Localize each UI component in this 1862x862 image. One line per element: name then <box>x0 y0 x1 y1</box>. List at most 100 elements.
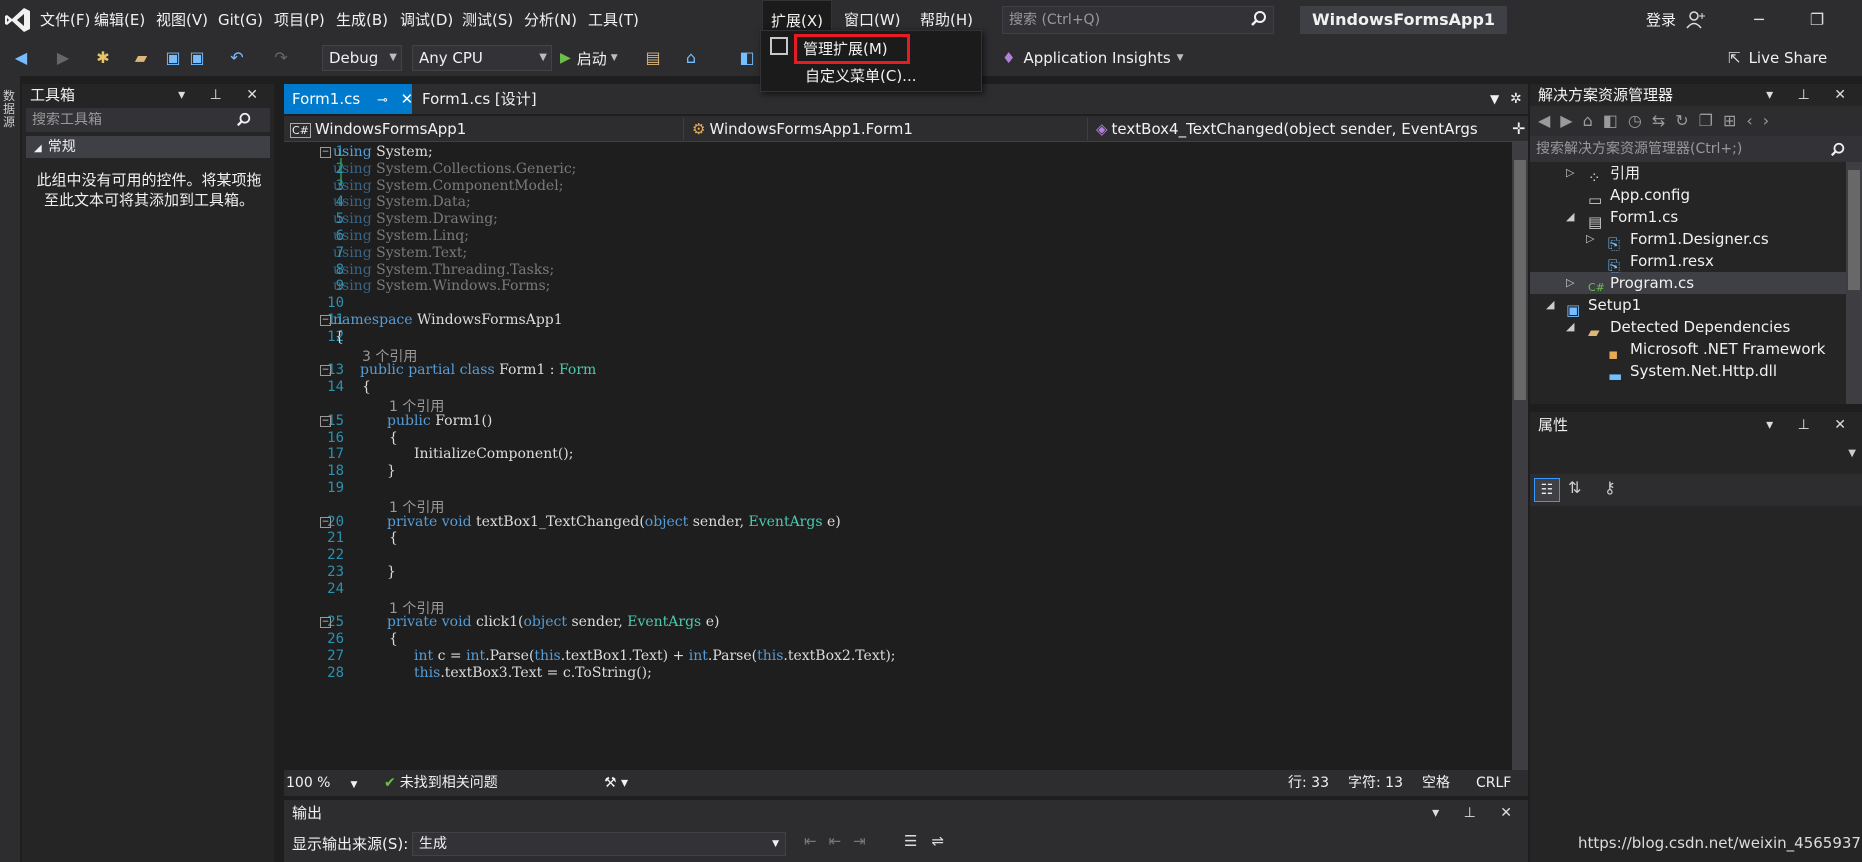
fold-toggle-icon[interactable]: − <box>320 147 331 158</box>
menu-item-customize-menu[interactable]: 自定义菜单(C)... <box>805 64 916 88</box>
tree-item-form1-resx[interactable]: ⎘ Form1.resx <box>1608 250 1714 275</box>
tree-item-label: Detected Dependencies <box>1610 318 1791 336</box>
live-share-button[interactable]: ⇱ Live Share <box>1728 46 1827 70</box>
new-project-icon[interactable]: ✱ <box>92 48 114 68</box>
pane-buttons[interactable]: ▾ ⊥ ✕ <box>1766 84 1856 106</box>
tree-item-dotnet-framework[interactable]: ▪ Microsoft .NET Framework <box>1608 338 1825 363</box>
add-user-icon[interactable] <box>1686 10 1706 30</box>
tab-form1-cs[interactable]: Form1.cs ⊸ ✕ <box>284 84 414 114</box>
menu-tools[interactable]: 工具(T) <box>580 0 647 40</box>
application-insights-button[interactable]: ♦ Application Insights ▼ <box>1002 46 1184 70</box>
issues-indicator[interactable]: ✔ 未找到相关问题 <box>384 770 498 796</box>
tree-item-program-cs[interactable]: C# Program.cs <box>1588 272 1694 294</box>
code-editor[interactable]: 1− using System; 2 using System.Collections… <box>284 142 1512 770</box>
split-editor-icon[interactable]: ✛ <box>1506 118 1528 140</box>
toolbox-group-label: 常规 <box>47 139 76 155</box>
pin-icon[interactable]: ⊸ <box>377 93 388 108</box>
minimize-button[interactable]: ─ <box>1736 0 1782 40</box>
menu-test[interactable]: 测试(S) <box>454 0 521 40</box>
expand-arrow-icon[interactable]: ▷ <box>1566 272 1574 294</box>
tree-item-form1-designer[interactable]: ⎘ Form1.Designer.cs <box>1608 228 1769 253</box>
tree-item-setup1[interactable]: ▣ Setup1 <box>1566 294 1641 319</box>
property-pages-icon[interactable]: ⚷ <box>1604 478 1616 497</box>
type-nav-select[interactable]: ⚙ WindowsFormsApp1.Form1 <box>686 118 1088 140</box>
fold-toggle-icon[interactable]: − <box>320 415 331 427</box>
home-icon[interactable]: ⌂ <box>680 48 702 68</box>
clear-output-icon[interactable]: ☰⇌ <box>904 832 958 850</box>
menu-view[interactable]: 视图(V) <box>148 0 216 40</box>
menu-git[interactable]: Git(G) <box>210 0 271 40</box>
pane-buttons[interactable]: ▾ ⊥ ✕ <box>1766 412 1856 438</box>
menu-build[interactable]: 生成(B) <box>328 0 396 40</box>
collapse-arrow-icon[interactable]: ◢ <box>1566 206 1574 228</box>
search-icon[interactable] <box>1830 142 1846 158</box>
pane-buttons[interactable]: ▾ ⊥ ✕ <box>1432 800 1522 826</box>
brush-icon[interactable]: ⚒ ▾ <box>604 770 628 796</box>
redo-icon[interactable]: ↷ <box>270 48 292 68</box>
solution-search-input[interactable]: 搜索解决方案资源管理器(Ctrl+;) <box>1530 136 1862 162</box>
tab-form1-designer[interactable]: Form1.cs [设计] <box>414 84 545 114</box>
back-icon[interactable]: ◀ <box>10 48 32 68</box>
visual-studio-window: 文件(F) 编辑(E) 视图(V) Git(G) 项目(P) 生成(B) 调试(… <box>0 0 1862 862</box>
search-icon[interactable] <box>1250 10 1268 28</box>
configuration-select[interactable]: Debug ▼ <box>322 45 402 71</box>
search-icon[interactable] <box>236 112 252 128</box>
menu-analyze[interactable]: 分析(N) <box>516 0 585 40</box>
fold-toggle-icon[interactable]: − <box>320 516 331 528</box>
tool-icon[interactable]: ◧ <box>736 48 758 68</box>
close-icon[interactable]: ✕ <box>401 90 414 108</box>
alphabetical-icon[interactable]: ⇅ <box>1568 478 1581 497</box>
member-nav-select[interactable]: ◈ textBox4_TextChanged(object sender, Eve… <box>1090 118 1504 140</box>
menu-item-manage-extensions[interactable]: 管理扩展(M) <box>803 37 888 61</box>
browse-icon[interactable]: ▤ <box>642 48 664 68</box>
undo-icon[interactable]: ↶ <box>226 48 248 68</box>
collapse-arrow-icon[interactable]: ◢ <box>1566 316 1574 338</box>
menu-project[interactable]: 项目(P) <box>266 0 333 40</box>
editor-scrollbar-thumb[interactable] <box>1514 160 1526 400</box>
tree-item-references[interactable]: ⁘ 引用 <box>1588 162 1640 187</box>
tree-item-detected-dependencies[interactable]: ▰ Detected Dependencies <box>1588 316 1791 341</box>
menu-edit[interactable]: 编辑(E) <box>86 0 153 40</box>
data-sources-tab[interactable]: 数据源 <box>3 90 17 129</box>
open-folder-icon[interactable]: ▰ <box>130 48 152 68</box>
tree-item-system-net-http[interactable]: ▬ System.Net.Http.dll <box>1608 360 1777 380</box>
search-input[interactable]: 搜索 (Ctrl+Q) <box>1002 6 1274 34</box>
code-line: public Form1() <box>387 412 493 429</box>
object-select-arrow-icon[interactable]: ▼ <box>1848 448 1856 459</box>
fold-toggle-icon[interactable]: − <box>320 617 331 629</box>
fold-toggle-icon[interactable]: − <box>320 365 331 377</box>
toolbox-search-input[interactable]: 搜索工具箱 <box>26 108 270 132</box>
solution-scrollbar-thumb[interactable] <box>1848 170 1860 290</box>
line-ending-indicator[interactable]: CRLF <box>1476 770 1511 796</box>
categorized-icon[interactable]: ☷ <box>1534 478 1560 502</box>
project-nav-select[interactable]: C# WindowsFormsApp1 <box>284 118 684 140</box>
code-line: using System.Linq; <box>333 228 469 244</box>
save-all-icon[interactable]: ▣ <box>186 48 208 68</box>
forward-icon[interactable]: ▶ <box>52 48 74 68</box>
expand-arrow-icon[interactable]: ▷ <box>1566 162 1574 184</box>
folder-icon: ▰ <box>1588 322 1600 341</box>
line-number: 18 <box>327 463 344 480</box>
menu-debug[interactable]: 调试(D) <box>392 0 461 40</box>
save-icon[interactable]: ▣ <box>162 48 184 68</box>
zoom-select[interactable]: 100 % ▼ <box>286 770 357 796</box>
collapse-arrow-icon[interactable]: ◢ <box>1546 294 1554 316</box>
platform-select[interactable]: Any CPU ▼ <box>412 45 552 71</box>
indent-indicator[interactable]: 空格 <box>1422 770 1450 796</box>
restore-button[interactable]: ❐ <box>1794 0 1840 40</box>
tree-item-app-config[interactable]: ▭ App.config <box>1588 184 1690 209</box>
login-label[interactable]: 登录 <box>1646 11 1676 29</box>
tree-item-form1-cs[interactable]: ▤ Form1.cs <box>1588 206 1678 231</box>
gear-icon[interactable]: ✲ <box>1502 84 1530 114</box>
fold-toggle-icon[interactable]: − <box>320 315 331 326</box>
toolbox-group-general[interactable]: ◢ 常规 <box>26 136 270 158</box>
solution-explorer-toolbar[interactable]: ◀▶⌂◧◷⇆↻❐⊞‹› <box>1530 106 1862 136</box>
start-button[interactable]: ▶ 启动 ▼ <box>560 46 618 70</box>
login-link[interactable]: 登录 <box>1646 0 1676 40</box>
line-number: 22 <box>327 547 344 564</box>
output-source-select[interactable]: 生成 ▼ <box>412 832 786 856</box>
code-line: this.textBox3.Text = c.ToString(); <box>414 664 652 681</box>
pane-buttons[interactable]: ▾ ⊥ ✕ <box>178 84 268 106</box>
output-toolbar-icons[interactable]: ⇤⇤⇥ <box>804 832 878 850</box>
expand-arrow-icon[interactable]: ▷ <box>1586 228 1594 250</box>
